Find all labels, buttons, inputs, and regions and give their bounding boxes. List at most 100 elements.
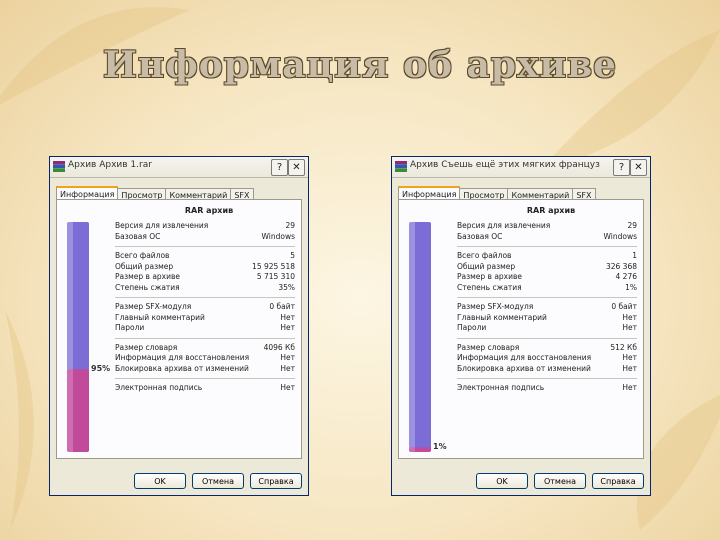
compression-percent-label: 95%	[91, 364, 111, 374]
dialog-title: Архив Архив 1.rar	[68, 160, 152, 170]
dialog-buttons: OK Отмена Справка	[476, 473, 644, 489]
compression-ratio-bar	[67, 222, 89, 452]
info-value: Нет	[622, 363, 637, 373]
dialog-buttons: OK Отмена Справка	[134, 473, 302, 489]
winrar-icon	[395, 161, 407, 172]
dialog-titlebar[interactable]: Архив Съешь ещё этих мягких французск...…	[392, 157, 650, 178]
info-row: Версия для извлечения 29	[457, 221, 637, 232]
info-value: 35%	[278, 282, 295, 292]
info-value: Нет	[622, 383, 637, 392]
info-row: Размер в архиве 4 276	[457, 272, 637, 283]
info-panel: RAR архив 1% Версия для извлечения 29 Базо…	[398, 199, 644, 459]
info-label: Базовая ОС	[457, 231, 503, 241]
info-row: Информация для восстановления Нет	[457, 353, 637, 364]
info-label: Версия для извлечения	[457, 221, 551, 230]
separator	[457, 378, 637, 379]
separator	[457, 337, 637, 339]
winrar-icon	[53, 161, 65, 172]
info-label: Степень сжатия	[457, 282, 522, 292]
info-label: Всего файлов	[457, 251, 512, 260]
info-label: Размер в архиве	[457, 272, 523, 281]
bar-fill-highlight	[409, 447, 415, 452]
info-row: Информация для восстановления Нет	[115, 353, 295, 364]
info-label: Пароли	[457, 323, 487, 332]
tab-bar: Информация Просмотр Комментарий SFX	[398, 184, 596, 203]
info-row: Всего файлов 5	[115, 251, 295, 262]
info-label: Электронная подпись	[457, 383, 545, 392]
dialog-titlebar[interactable]: Архив Архив 1.rar ? ✕	[50, 157, 308, 178]
info-row: Базовая ОС Windows	[115, 232, 295, 243]
info-label: Размер словаря	[457, 342, 520, 352]
info-value: Нет	[622, 312, 637, 322]
info-label: Размер в архиве	[115, 272, 181, 281]
bar-highlight	[409, 222, 415, 452]
info-label: Размер словаря	[115, 342, 178, 352]
slide-title: Информация об архиве	[102, 44, 618, 86]
separator	[115, 297, 295, 298]
help-button[interactable]: Справка	[592, 473, 644, 489]
info-label: Информация для восстановления	[457, 353, 592, 362]
info-value: Нет	[280, 323, 295, 332]
info-row: Блокировка архива от изменений Нет	[457, 364, 637, 375]
info-row: Размер SFX-модуля 0 байт	[115, 302, 295, 313]
info-row: Версия для извлечения 29	[115, 221, 295, 232]
info-row: Электронная подпись Нет	[115, 383, 295, 394]
help-icon[interactable]: ?	[613, 159, 630, 176]
info-value: 326 368	[605, 261, 637, 271]
separator	[457, 246, 637, 247]
info-value: Нет	[280, 383, 295, 392]
cancel-button[interactable]: Отмена	[192, 473, 244, 489]
help-button[interactable]: Справка	[250, 473, 302, 489]
info-label: Общий размер	[457, 261, 516, 271]
info-row: Размер SFX-модуля 0 байт	[457, 302, 637, 313]
info-value: Нет	[280, 363, 295, 373]
info-row: Блокировка архива от изменений Нет	[115, 364, 295, 375]
info-label: Блокировка архива от изменений	[457, 363, 591, 373]
info-row: Степень сжатия 1%	[457, 283, 637, 294]
close-icon[interactable]: ✕	[630, 159, 647, 176]
info-row: Всего файлов 1	[457, 251, 637, 262]
info-label: Базовая ОС	[115, 231, 161, 241]
info-value: 5	[290, 251, 295, 260]
info-row: Пароли Нет	[115, 323, 295, 334]
info-row: Главный комментарий Нет	[457, 313, 637, 324]
bar-fill-highlight	[67, 369, 73, 452]
tab-bar: Информация Просмотр Комментарий SFX	[56, 184, 254, 203]
panel-heading: RAR архив	[526, 206, 576, 215]
info-row: Пароли Нет	[457, 323, 637, 334]
archive-info-dialog-2: Архив Съешь ещё этих мягких французск...…	[391, 156, 651, 496]
info-label: Версия для извлечения	[115, 221, 209, 230]
ok-button[interactable]: OK	[134, 473, 186, 489]
info-label: Степень сжатия	[115, 282, 180, 292]
info-label: Размер SFX-модуля	[115, 302, 192, 311]
separator	[115, 337, 295, 339]
separator	[115, 246, 295, 247]
info-value: 1	[632, 251, 637, 260]
info-value: Нет	[622, 353, 637, 362]
dialog-title: Архив Съешь ещё этих мягких французск...	[410, 160, 600, 170]
ok-button[interactable]: OK	[476, 473, 528, 489]
compression-percent-label: 1%	[433, 442, 447, 452]
info-value: 29	[627, 221, 637, 230]
info-value: Нет	[280, 312, 295, 322]
info-label: Общий размер	[115, 261, 174, 271]
info-value: Windows	[603, 231, 637, 241]
info-value: 0 байт	[269, 302, 295, 311]
cancel-button[interactable]: Отмена	[534, 473, 586, 489]
info-row: Электронная подпись Нет	[457, 383, 637, 394]
info-label: Главный комментарий	[115, 312, 205, 322]
info-label: Пароли	[115, 323, 145, 332]
info-label: Всего файлов	[115, 251, 170, 260]
separator	[115, 378, 295, 379]
help-icon[interactable]: ?	[271, 159, 288, 176]
info-value: Нет	[280, 353, 295, 362]
info-panel: RAR архив 95% Версия для извлечения 29 Баз…	[56, 199, 302, 459]
info-value: 0 байт	[611, 302, 637, 311]
info-row: Степень сжатия 35%	[115, 283, 295, 294]
info-label: Блокировка архива от изменений	[115, 363, 249, 373]
close-icon[interactable]: ✕	[288, 159, 305, 176]
info-row: Базовая ОС Windows	[457, 232, 637, 243]
panel-heading: RAR архив	[184, 206, 234, 215]
info-value: 29	[285, 221, 295, 230]
info-value: 15 925 518	[252, 261, 295, 271]
